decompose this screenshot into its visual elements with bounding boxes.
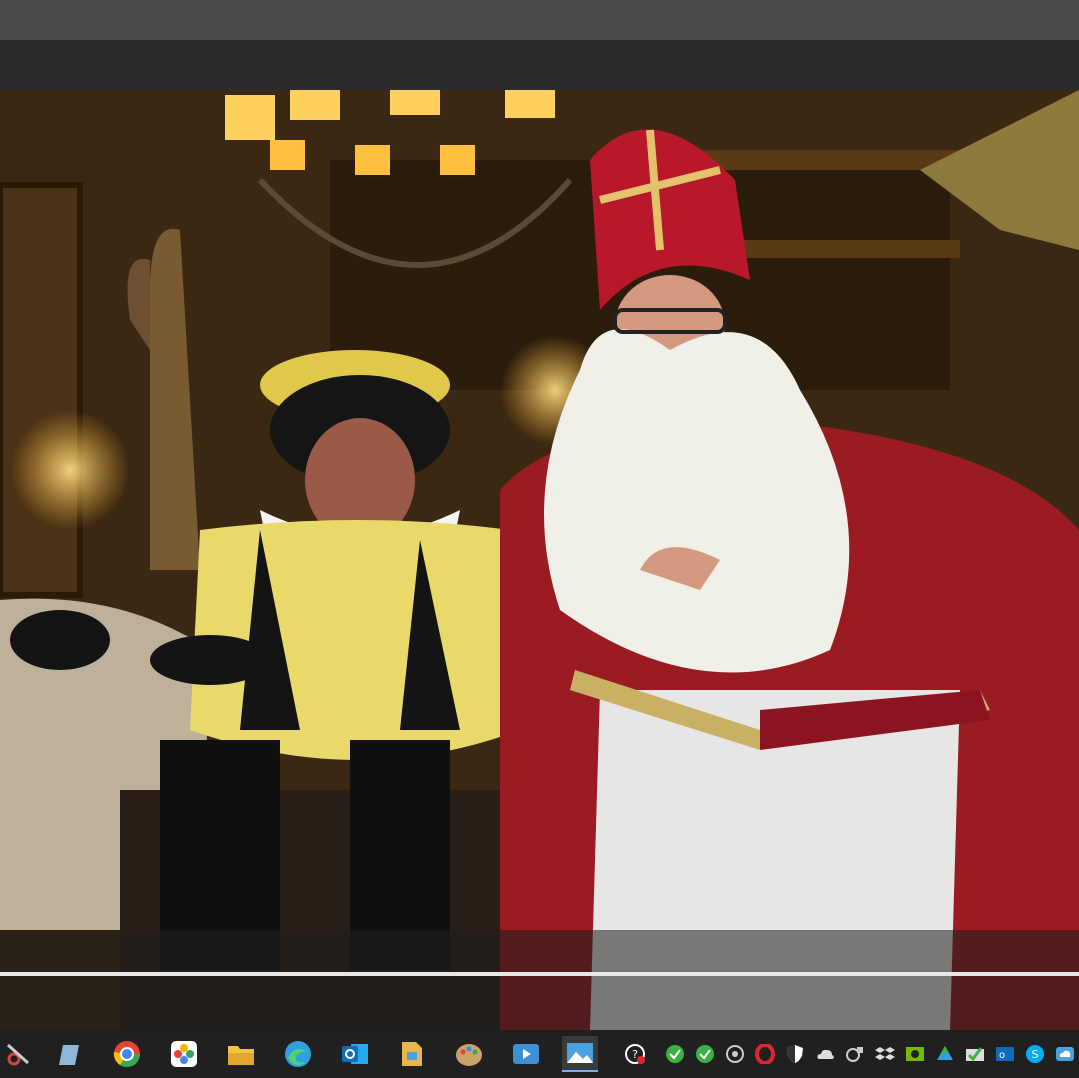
outlook-icon[interactable]: [337, 1036, 373, 1072]
edge-icon[interactable]: [280, 1036, 316, 1072]
folder-icon[interactable]: [394, 1036, 430, 1072]
photo-viewer-icon[interactable]: [562, 1036, 598, 1072]
skype-icon[interactable]: S: [1025, 1044, 1045, 1064]
sync-green-icon-2[interactable]: [695, 1044, 715, 1064]
nvidia-icon[interactable]: [905, 1044, 925, 1064]
file-explorer-icon[interactable]: [223, 1036, 259, 1072]
vpn-icon[interactable]: [845, 1044, 865, 1064]
cloud-sync-icon[interactable]: [1055, 1044, 1075, 1064]
opera-icon[interactable]: [755, 1044, 775, 1064]
onedrive-icon[interactable]: [815, 1044, 835, 1064]
taskbar: ? o S: [0, 1030, 1079, 1078]
viewer-toolbar: [0, 40, 1079, 90]
photo-viewer-canvas[interactable]: [0, 90, 1079, 1030]
network-icon[interactable]: [725, 1044, 745, 1064]
seek-bar[interactable]: [0, 972, 1079, 976]
video-scrubber-overlay: [0, 930, 1079, 1030]
photos-icon[interactable]: [166, 1036, 202, 1072]
sync-green-icon[interactable]: [665, 1044, 685, 1064]
svg-text:S: S: [1032, 1048, 1039, 1061]
notepad-icon[interactable]: [52, 1036, 88, 1072]
photo-image: [0, 90, 1079, 1030]
media-player-icon[interactable]: [508, 1036, 544, 1072]
svg-text:o: o: [999, 1050, 1005, 1061]
window-title-bar: [0, 0, 1079, 40]
help-icon[interactable]: ?: [625, 1044, 645, 1064]
outlook-tray-icon[interactable]: o: [995, 1044, 1015, 1064]
dropbox-icon[interactable]: [875, 1044, 895, 1064]
paint-icon[interactable]: [451, 1036, 487, 1072]
checkmark-app-icon[interactable]: [965, 1044, 985, 1064]
drive-icon[interactable]: [935, 1044, 955, 1064]
snipping-tool-icon[interactable]: [0, 1036, 36, 1072]
security-shield-icon[interactable]: [785, 1044, 805, 1064]
chrome-icon[interactable]: [109, 1036, 145, 1072]
